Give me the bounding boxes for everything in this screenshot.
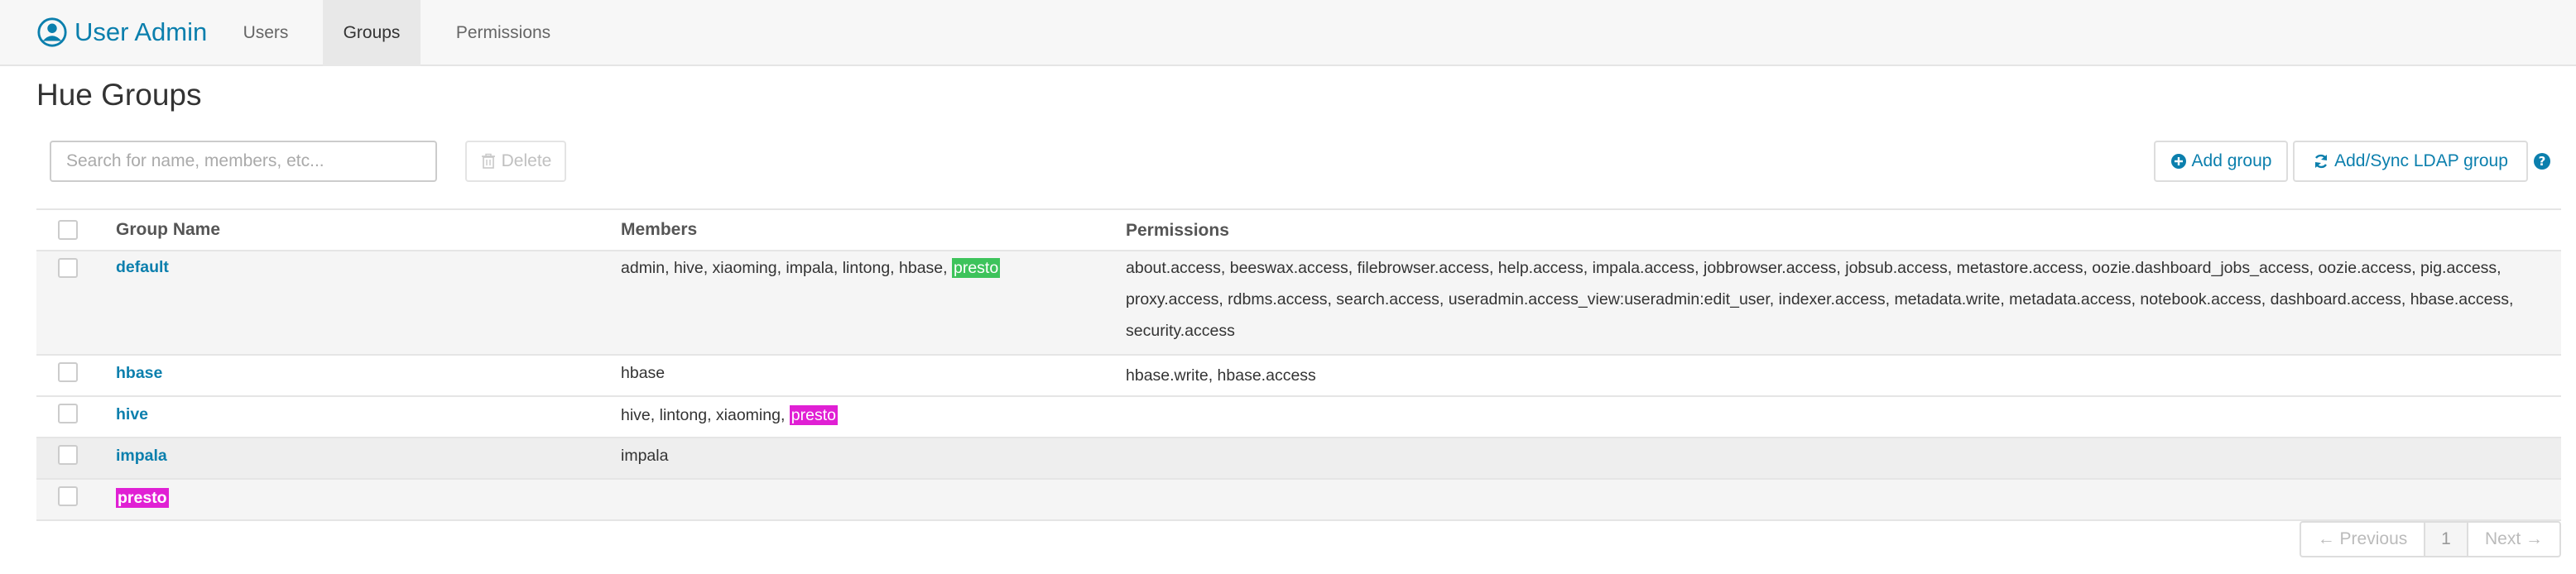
header-members: Members [621, 220, 698, 239]
row-checkbox[interactable] [58, 362, 78, 382]
plus-circle-icon [2170, 154, 2186, 169]
groups-table: Group Name Members Permissions default a… [36, 208, 2561, 521]
members-cell: hive, lintong, xiaoming, presto [621, 405, 838, 425]
trash-icon [481, 153, 495, 169]
page-title: Hue Groups [36, 78, 202, 112]
svg-text:?: ? [2539, 154, 2546, 169]
table-row: presto [36, 480, 2561, 521]
header-permissions: Permissions [1126, 221, 1229, 240]
ldap-label: Add/Sync LDAP group [2334, 151, 2508, 170]
table-row: impala impala [36, 438, 2561, 480]
row-checkbox[interactable] [58, 445, 78, 465]
members-cell: impala [621, 447, 669, 465]
select-all-checkbox[interactable] [58, 220, 78, 240]
search-input[interactable] [50, 141, 437, 182]
table-row: default admin, hive, xiaoming, impala, l… [36, 251, 2561, 356]
table-row: hbase hbase hbase.write, hbase.access [36, 356, 2561, 397]
table-row: hive hive, lintong, xiaoming, presto [36, 397, 2561, 438]
tab-users[interactable]: Users [220, 0, 311, 66]
permissions-cell: hbase.write, hbase.access [1126, 366, 1316, 385]
header-group-name: Group Name [116, 220, 221, 239]
refresh-icon [2315, 154, 2328, 169]
add-group-label: Add group [2191, 151, 2272, 170]
group-link-hbase[interactable]: hbase [116, 364, 162, 382]
pagination-next[interactable]: Next → [2467, 521, 2561, 557]
delete-label: Delete [501, 151, 552, 170]
app-title-link[interactable]: User Admin [36, 15, 207, 50]
row-checkbox[interactable] [58, 486, 78, 506]
members-cell: hbase [621, 364, 666, 382]
group-link-hive[interactable]: hive [116, 405, 148, 423]
add-sync-ldap-group-button[interactable]: Add/Sync LDAP group [2293, 141, 2528, 182]
members-cell: admin, hive, xiaoming, impala, lintong, … [621, 258, 1001, 278]
row-checkbox[interactable] [58, 404, 78, 423]
pagination-previous[interactable]: ← Previous [2300, 521, 2425, 557]
members-text: admin, hive, xiaoming, impala, lintong, … [621, 259, 952, 277]
add-group-button[interactable]: Add group [2154, 141, 2288, 182]
group-link-impala[interactable]: impala [116, 447, 167, 465]
delete-button[interactable]: Delete [465, 141, 566, 182]
top-navbar: User Admin Users Groups Permissions [0, 0, 2576, 66]
row-checkbox[interactable] [58, 258, 78, 278]
pagination-page-1[interactable]: 1 [2424, 521, 2468, 557]
app-title: User Admin [74, 17, 208, 46]
group-link-default[interactable]: default [116, 258, 169, 276]
member-tag-highlight: presto [951, 258, 1001, 278]
member-tag-highlight: presto [789, 405, 838, 425]
permissions-cell: about.access, beeswax.access, filebrowse… [1126, 259, 2514, 340]
table-header: Group Name Members Permissions [36, 208, 2561, 251]
group-link-presto[interactable]: presto [116, 488, 169, 508]
question-circle-icon[interactable]: ? [2533, 152, 2551, 170]
tab-groups[interactable]: Groups [323, 0, 421, 66]
user-circle-icon [37, 17, 67, 47]
tab-permissions[interactable]: Permissions [435, 0, 571, 66]
members-text: hive, lintong, xiaoming, [621, 406, 790, 424]
